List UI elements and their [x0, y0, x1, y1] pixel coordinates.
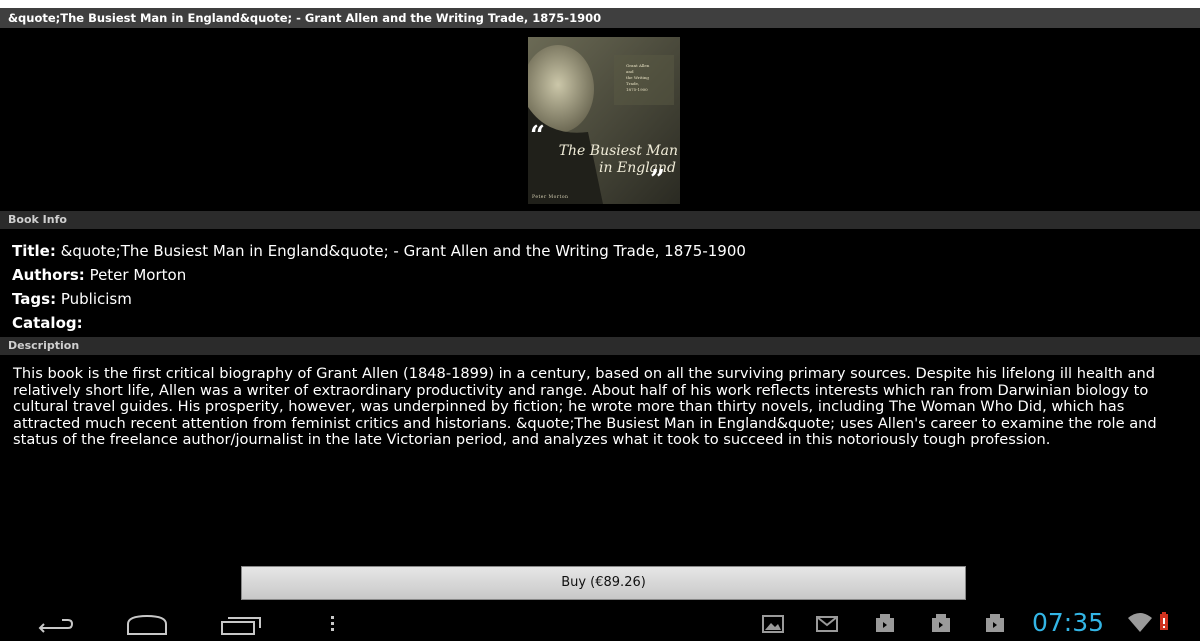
book-cover: Grant Allen and the Writing Trade, 1875-1900… — [528, 37, 680, 204]
close-quote-icon: ” — [650, 165, 665, 195]
cover-subtitle: Grant Allen and the Writing Trade, 1875-1900 — [626, 63, 650, 92]
title-row: Title: &quote;The Busiest Man in England… — [12, 241, 746, 261]
catalog-row: Catalog: — [12, 313, 83, 333]
buy-button[interactable]: Buy (€89.26) — [241, 566, 966, 600]
download-icon[interactable] — [872, 610, 898, 636]
authors-value: Peter Morton — [89, 266, 187, 284]
gmail-icon[interactable] — [814, 610, 840, 636]
catalog-label: Catalog: — [12, 314, 83, 332]
battery-icon — [1160, 612, 1168, 630]
tags-label: Tags: — [12, 290, 57, 308]
recent-apps-icon[interactable] — [218, 610, 264, 638]
description-text: This book is the first critical biograph… — [13, 365, 1157, 448]
top-edge — [0, 0, 1200, 8]
menu-icon[interactable] — [328, 610, 338, 638]
tags-row: Tags: Publicism — [12, 289, 132, 309]
clock: 07:35 — [1032, 608, 1105, 637]
title-value: &quote;The Busiest Man in England&quote;… — [60, 242, 746, 260]
authors-row: Authors: Peter Morton — [12, 265, 186, 285]
tags-value: Publicism — [60, 290, 132, 308]
title-label: Title: — [12, 242, 56, 260]
window-title: &quote;The Busiest Man in England&quote;… — [0, 8, 1200, 28]
gallery-icon[interactable] — [760, 610, 786, 636]
book-info-header: Book Info — [0, 211, 1200, 229]
back-icon[interactable] — [32, 610, 76, 638]
cover-author: Peter Morton — [532, 195, 569, 200]
system-nav-bar — [0, 604, 1200, 640]
description-header: Description — [0, 337, 1200, 355]
authors-label: Authors: — [12, 266, 85, 284]
cover-title-line1: The Busiest Man — [558, 143, 678, 159]
download-icon[interactable] — [928, 610, 954, 636]
wifi-icon — [1128, 613, 1152, 632]
home-icon[interactable] — [124, 610, 170, 638]
download-icon[interactable] — [982, 610, 1008, 636]
